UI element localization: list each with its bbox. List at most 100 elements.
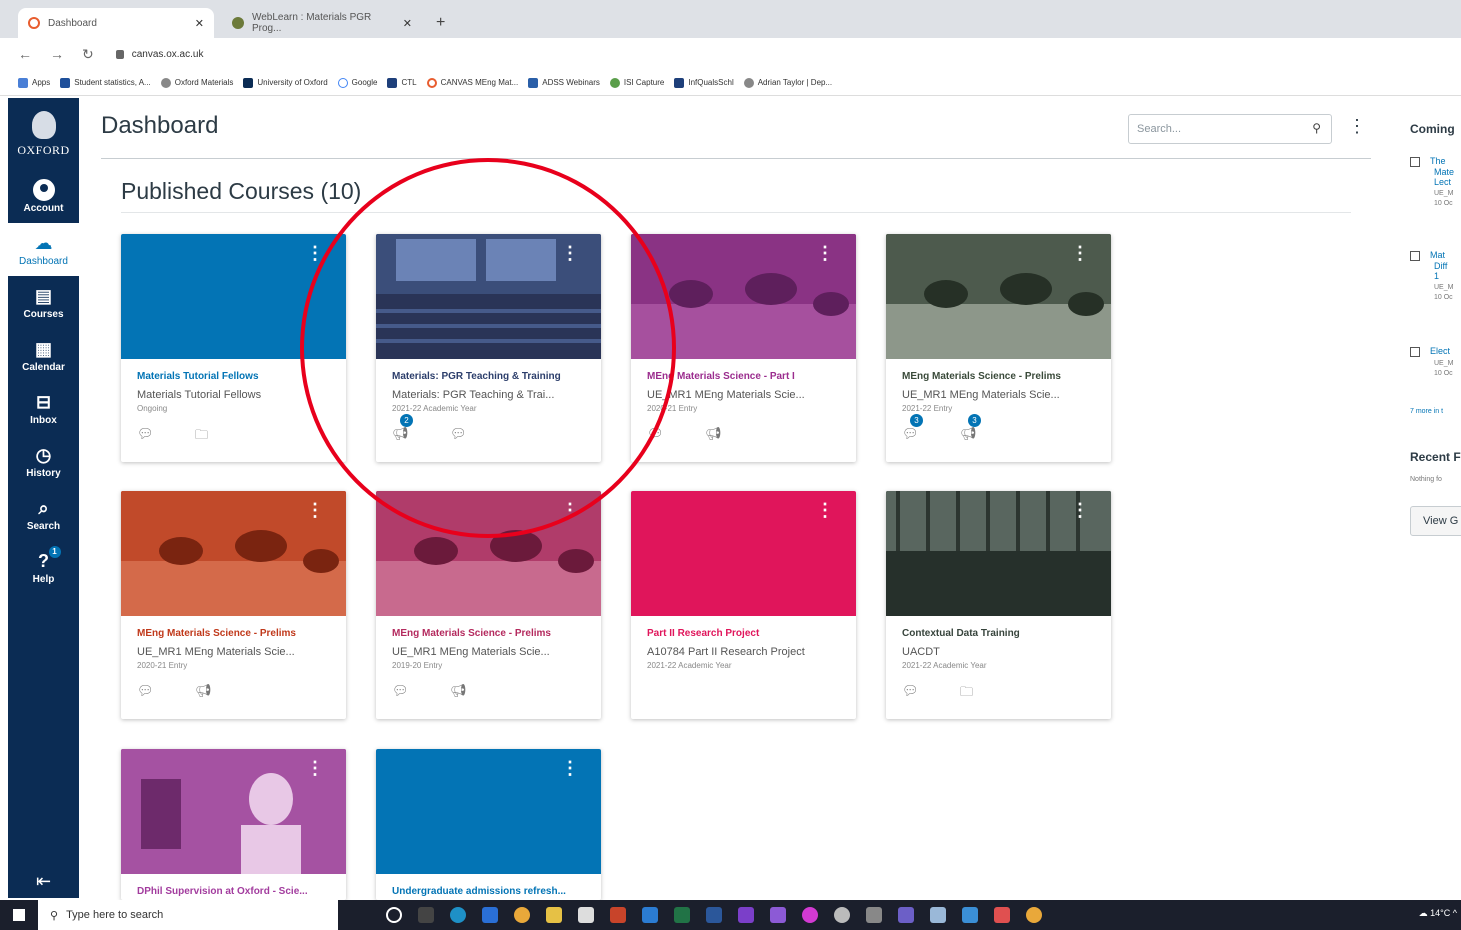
excel-icon[interactable] bbox=[674, 907, 690, 923]
nav-courses[interactable]: ▤ Courses bbox=[8, 276, 79, 329]
card-title[interactable]: Part II Research Project bbox=[647, 628, 840, 639]
card-hero[interactable]: ⋮ bbox=[886, 491, 1111, 616]
discussions-icon[interactable]: 💬︎ 3 bbox=[902, 414, 932, 446]
discussions-icon[interactable]: 💬︎ bbox=[902, 683, 932, 703]
discussions-icon[interactable]: 💬︎ bbox=[137, 426, 167, 446]
forward-icon[interactable]: → bbox=[50, 46, 64, 62]
bookmark[interactable]: CTL bbox=[387, 77, 417, 88]
card-hero[interactable]: ⋮ bbox=[376, 234, 601, 359]
file-explorer-icon[interactable] bbox=[546, 907, 562, 923]
card-title[interactable]: Undergraduate admissions refresh... bbox=[392, 886, 585, 897]
close-icon[interactable]: ✕ bbox=[403, 17, 412, 30]
app-icon[interactable] bbox=[866, 907, 882, 923]
bookmark[interactable]: Google bbox=[337, 77, 377, 88]
announcements-icon[interactable]: 📢︎ bbox=[705, 426, 735, 446]
bookmark[interactable]: ADSS Webinars bbox=[528, 77, 600, 88]
search-input[interactable]: Search... ⚲ bbox=[1128, 114, 1332, 144]
card-hero[interactable]: ⋮ bbox=[121, 749, 346, 874]
course-card[interactable]: ⋮ MEng Materials Science - Prelims UE_MR… bbox=[121, 491, 346, 719]
bookmark-apps[interactable]: Apps bbox=[18, 77, 50, 88]
course-card[interactable]: ⋮ Undergraduate admissions refresh... bbox=[376, 749, 601, 900]
card-title[interactable]: MEng Materials Science - Part I bbox=[647, 371, 840, 382]
bookmark[interactable]: Oxford Materials bbox=[160, 77, 233, 88]
course-card[interactable]: ⋮ Materials: PGR Teaching & Training Mat… bbox=[376, 234, 601, 462]
card-options-icon[interactable]: ⋮ bbox=[561, 759, 579, 777]
cortana-icon[interactable] bbox=[386, 907, 402, 923]
card-title[interactable]: MEng Materials Science - Prelims bbox=[902, 371, 1095, 382]
taskbar-search[interactable]: ⚲ Type here to search bbox=[38, 900, 338, 930]
course-card[interactable]: ⋮ MEng Materials Science - Part I UE_MR1… bbox=[631, 234, 856, 462]
nav-calendar[interactable]: ▦ Calendar bbox=[8, 329, 79, 382]
card-options-icon[interactable]: ⋮ bbox=[1071, 501, 1089, 519]
bookmark[interactable]: University of Oxford bbox=[243, 77, 328, 88]
card-options-icon[interactable]: ⋮ bbox=[306, 759, 324, 777]
card-options-icon[interactable]: ⋮ bbox=[816, 244, 834, 262]
course-card[interactable]: ⋮ Part II Research Project A10784 Part I… bbox=[631, 491, 856, 719]
mail-icon[interactable] bbox=[930, 907, 946, 923]
bookmark[interactable]: InfQualsSchl bbox=[674, 77, 734, 88]
teams-icon[interactable] bbox=[770, 907, 786, 923]
reload-icon[interactable]: ↻ bbox=[82, 46, 94, 63]
todo-item[interactable]: The Mate Lect UE_M 10 Oc bbox=[1410, 156, 1454, 207]
acrobat-icon[interactable] bbox=[994, 907, 1010, 923]
announcements-icon[interactable]: 📢︎ bbox=[450, 683, 480, 703]
discussions-icon[interactable]: 💬︎ bbox=[647, 426, 677, 446]
card-hero[interactable]: ⋮ bbox=[121, 234, 346, 359]
card-title[interactable]: MEng Materials Science - Prelims bbox=[137, 628, 330, 639]
nav-account[interactable]: Account bbox=[8, 170, 79, 223]
tab-weblearn[interactable]: WebLearn : Materials PGR Prog... ✕ bbox=[222, 8, 422, 38]
card-title[interactable]: DPhil Supervision at Oxford - Scie... bbox=[137, 886, 330, 897]
announcements-icon[interactable]: 📢︎ 3 bbox=[960, 414, 990, 446]
search-icon[interactable]: ⚲ bbox=[1312, 121, 1321, 135]
card-hero[interactable]: ⋮ bbox=[121, 491, 346, 616]
tab-dashboard[interactable]: Dashboard ✕ bbox=[18, 8, 214, 38]
view-grades-button[interactable]: View G bbox=[1410, 506, 1461, 536]
back-icon[interactable]: ← bbox=[18, 46, 32, 62]
more-link[interactable]: 7 more in t bbox=[1410, 408, 1443, 415]
powerpoint-icon[interactable] bbox=[610, 907, 626, 923]
card-hero[interactable]: ⋮ bbox=[886, 234, 1111, 359]
announcements-icon[interactable]: 📢︎ 2 bbox=[392, 414, 422, 446]
url-field[interactable]: canvas.ox.ac.uk bbox=[115, 49, 203, 60]
card-hero[interactable]: ⋮ bbox=[631, 491, 856, 616]
discussions-icon[interactable]: 💬︎ bbox=[450, 426, 480, 446]
card-options-icon[interactable]: ⋮ bbox=[561, 501, 579, 519]
app-icon[interactable] bbox=[962, 907, 978, 923]
discussions-icon[interactable]: 💬︎ bbox=[137, 683, 167, 703]
files-icon[interactable]: 🗀 bbox=[195, 426, 225, 446]
bookmark[interactable]: CANVAS MEng Mat... bbox=[426, 77, 518, 88]
nav-dashboard[interactable]: ☁ Dashboard bbox=[8, 223, 79, 276]
nav-help[interactable]: ? 1 Help bbox=[8, 541, 79, 594]
course-card[interactable]: ⋮ DPhil Supervision at Oxford - Scie... bbox=[121, 749, 346, 900]
files-icon[interactable]: 🗀 bbox=[960, 683, 990, 703]
weather-icon[interactable]: ☁ bbox=[1419, 908, 1428, 918]
course-card[interactable]: ⋮ Contextual Data Training UACDT 2021-22… bbox=[886, 491, 1111, 719]
close-icon[interactable]: ✕ bbox=[195, 17, 204, 30]
card-title[interactable]: Materials Tutorial Fellows bbox=[137, 371, 330, 382]
app-icon[interactable] bbox=[898, 907, 914, 923]
edge-icon[interactable] bbox=[450, 907, 466, 923]
outlook-icon[interactable] bbox=[642, 907, 658, 923]
oxford-logo[interactable]: OXFORD bbox=[8, 98, 79, 170]
ie-icon[interactable] bbox=[482, 907, 498, 923]
card-hero[interactable]: ⋮ bbox=[376, 749, 601, 874]
card-options-icon[interactable]: ⋮ bbox=[561, 244, 579, 262]
bookmark[interactable]: ISI Capture bbox=[609, 77, 664, 88]
course-card[interactable]: ⋮ MEng Materials Science - Prelims UE_MR… bbox=[886, 234, 1111, 462]
nav-history[interactable]: ◷ History bbox=[8, 435, 79, 488]
card-options-icon[interactable]: ⋮ bbox=[1071, 244, 1089, 262]
card-options-icon[interactable]: ⋮ bbox=[816, 501, 834, 519]
bookmark[interactable]: Student statistics, A... bbox=[60, 77, 151, 88]
todo-item[interactable]: Mat Diff 1 UE_M 10 Oc bbox=[1410, 250, 1453, 301]
dashboard-options-icon[interactable]: ⋮ bbox=[1348, 116, 1366, 137]
card-hero[interactable]: ⋮ bbox=[631, 234, 856, 359]
chrome-icon[interactable] bbox=[1026, 907, 1042, 923]
course-card[interactable]: ⋮ MEng Materials Science - Prelims UE_MR… bbox=[376, 491, 601, 719]
card-options-icon[interactable]: ⋮ bbox=[306, 501, 324, 519]
card-hero[interactable]: ⋮ bbox=[376, 491, 601, 616]
windows-start-icon[interactable] bbox=[0, 909, 38, 921]
store-icon[interactable] bbox=[578, 907, 594, 923]
task-view-icon[interactable] bbox=[418, 907, 434, 923]
bookmark[interactable]: Adrian Taylor | Dep... bbox=[743, 77, 832, 88]
course-card[interactable]: ⋮ Materials Tutorial Fellows Materials T… bbox=[121, 234, 346, 462]
